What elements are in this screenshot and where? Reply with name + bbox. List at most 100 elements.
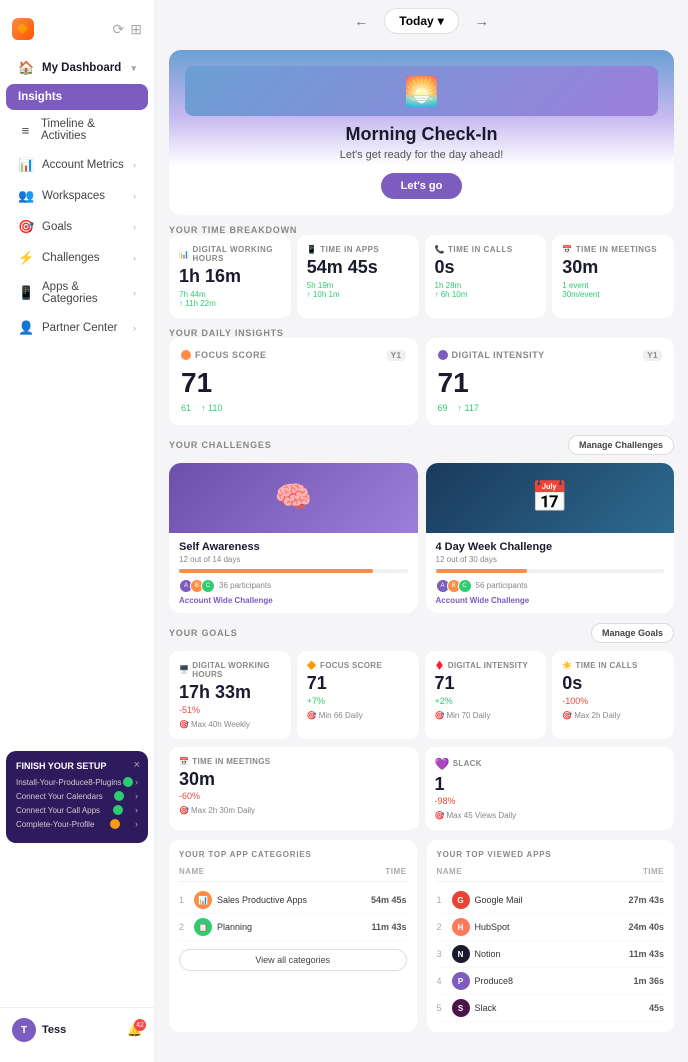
time-value: 0s xyxy=(435,258,537,278)
morning-subtitle: Let's get ready for the day ahead! xyxy=(185,149,658,161)
sidebar-item-timeline[interactable]: ≡ Timeline & Activities xyxy=(6,111,148,149)
digital-intensity-card: DIGITAL INTENSITY Y1 71 69 ↑ 117 xyxy=(426,338,675,425)
progress-fill xyxy=(436,569,527,573)
sidebar-item-label: Account Metrics xyxy=(42,159,124,171)
challenge-body: 4 Day Week Challenge 12 out of 30 days A… xyxy=(426,533,675,613)
goal-value: 17h 33m xyxy=(179,683,281,703)
insight-value: 71 xyxy=(181,367,406,399)
card-label: 📅 TIME IN MEETINGS xyxy=(562,245,664,254)
chevron-right-icon: › xyxy=(133,288,136,298)
lets-go-button[interactable]: Let's go xyxy=(381,173,463,199)
progress-bar xyxy=(179,569,408,573)
rank: 2 xyxy=(179,922,189,932)
app-time: 24m 40s xyxy=(628,922,664,932)
category-time: 54m 45s xyxy=(371,895,407,905)
top-apps-card: YOUR TOP VIEWED APPS NAME TIME 1 G Googl… xyxy=(427,840,675,1032)
card-label: 📞 TIME IN CALLS xyxy=(435,245,537,254)
goal-label: 🔶 Focus Score xyxy=(307,661,409,670)
sidebar-item-dashboard[interactable]: 🏠 My Dashboard ▾ xyxy=(6,53,148,83)
y1-badge: Y1 xyxy=(387,350,406,361)
goal-label: 🖥️ Digital Working Hours xyxy=(179,661,281,679)
next-day-button[interactable]: → xyxy=(471,9,493,33)
chevron-down-icon: ▾ xyxy=(131,63,136,74)
sidebar-footer: T Tess 🔔 42 xyxy=(0,1007,154,1052)
prev-day-button[interactable]: ← xyxy=(350,9,372,33)
top-categories-card: YOUR TOP APP CATEGORIES NAME TIME 1 📊 Sa… xyxy=(169,840,417,1032)
sidebar-item-label: Workspaces xyxy=(42,190,105,202)
sidebar-item-label: Goals xyxy=(42,221,72,233)
rank: 5 xyxy=(437,1003,447,1013)
label-text: TIME IN APPS xyxy=(320,245,379,254)
apps-icon: 📱 xyxy=(18,285,34,301)
user-info: T Tess xyxy=(12,1018,66,1042)
logo-area: 🔶 ⟳ ⊞ xyxy=(0,10,154,52)
goal-change: -51% xyxy=(179,705,281,715)
setup-item-text: Install-Your-Produce8-Plugins xyxy=(16,778,122,787)
sidebar-item-partner[interactable]: 👤 Partner Center › xyxy=(6,313,148,343)
category-time: 11m 43s xyxy=(371,922,406,932)
sidebar-item-workspaces[interactable]: 👥 Workspaces › xyxy=(6,181,148,211)
challenge-title: Self Awareness xyxy=(179,541,408,553)
setup-item[interactable]: Complete-Your-Profile › xyxy=(16,819,138,829)
goals-row-2: 📅 Time in Meetings 30m -60% 🎯 Max 2h 30m… xyxy=(169,747,674,831)
challenge-title: 4 Day Week Challenge xyxy=(436,541,665,553)
list-item: 4 P Produce8 1m 36s xyxy=(437,968,665,995)
setup-close-button[interactable]: × xyxy=(134,759,140,771)
top-apps-label: YOUR TOP VIEWED APPS xyxy=(437,850,665,859)
avatar: T xyxy=(12,1018,36,1042)
sidebar-item-apps[interactable]: 📱 Apps & Categories › xyxy=(6,274,148,312)
account-wide-link[interactable]: Account Wide Challenge xyxy=(436,596,665,605)
manage-challenges-button[interactable]: Manage Challenges xyxy=(568,435,674,455)
rank: 1 xyxy=(437,895,447,905)
sidebar-item-goals[interactable]: 🎯 Goals › xyxy=(6,212,148,242)
sidebar-item-account-metrics[interactable]: 📊 Account Metrics › xyxy=(6,150,148,180)
purple-dot xyxy=(438,350,448,360)
sidebar-item-insights[interactable]: Insights xyxy=(6,84,148,110)
manage-goals-button[interactable]: Manage Goals xyxy=(591,623,674,643)
challenge-sub: 12 out of 14 days xyxy=(179,555,408,564)
sidebar-item-label: My Dashboard xyxy=(42,62,121,74)
goal-target: 🎯 Min 70 Daily xyxy=(435,711,537,720)
list-item: 1 📊 Sales Productive Apps 54m 45s xyxy=(179,887,407,914)
bell-button[interactable]: 🔔 42 xyxy=(127,1023,142,1037)
top-categories-label: YOUR TOP APP CATEGORIES xyxy=(179,850,407,859)
rank: 4 xyxy=(437,976,447,986)
setup-item[interactable]: Connect Your Calendars › xyxy=(16,791,138,801)
daily-insights-label: YOUR DAILY INSIGHTS xyxy=(169,328,674,338)
label-text: Time in Meetings xyxy=(192,757,270,766)
label-text: TIME IN MEETINGS xyxy=(576,245,657,254)
apps-icon: 📱 xyxy=(307,245,317,254)
app-name: HubSpot xyxy=(475,922,624,932)
sidebar-item-label: Insights xyxy=(18,91,62,103)
goal-card-slack: 💜 Slack 1 -98% 🎯 Max 45 Views Daily xyxy=(425,747,675,831)
time-header: TIME xyxy=(643,867,664,876)
sidebar-item-challenges[interactable]: ⚡ Challenges › xyxy=(6,243,148,273)
list-item: 2 📋 Planning 11m 43s xyxy=(179,914,407,941)
sidebar-item-label: Challenges xyxy=(42,252,100,264)
setup-status-dot xyxy=(123,777,133,787)
setup-item[interactable]: Connect Your Call Apps › xyxy=(16,805,138,815)
goal-card-digital-working: 🖥️ Digital Working Hours 17h 33m -51% 🎯 … xyxy=(169,651,291,739)
goal-value: 1 xyxy=(435,775,665,795)
sidebar-item-label: Apps & Categories xyxy=(42,281,125,305)
setup-item[interactable]: Install-Your-Produce8-Plugins › xyxy=(16,777,138,787)
label-text: Time in Calls xyxy=(576,661,638,670)
goal-target: 🎯 Max 2h 30m Daily xyxy=(179,806,409,815)
goal-value: 0s xyxy=(562,674,664,694)
today-button[interactable]: Today ▾ xyxy=(384,8,458,34)
view-all-categories-button[interactable]: View all categories xyxy=(179,949,407,971)
sidebar-history-icon[interactable]: ⟳ xyxy=(113,21,125,38)
sun-icon: ☀️ xyxy=(562,661,572,670)
insight-sub: 69 ↑ 117 xyxy=(438,403,663,413)
setup-status-dot xyxy=(114,791,124,801)
time-sub: 1 event 30m/event xyxy=(562,281,664,299)
name-header: NAME xyxy=(437,867,463,876)
orange-dot xyxy=(181,350,191,360)
sidebar-layout-icon[interactable]: ⊞ xyxy=(130,21,142,38)
goal-change: +7% xyxy=(307,696,409,706)
intensity-icon: ♦️ xyxy=(435,661,445,670)
account-wide-link[interactable]: Account Wide Challenge xyxy=(179,596,408,605)
time-grid: 📊 DIGITAL WORKING HOURS 1h 16m 7h 44m ↑ … xyxy=(169,235,674,318)
time-sub: 5h 19m ↑ 10h 1m xyxy=(307,281,409,299)
insight-label: FOCUS SCORE Y1 xyxy=(181,350,406,361)
